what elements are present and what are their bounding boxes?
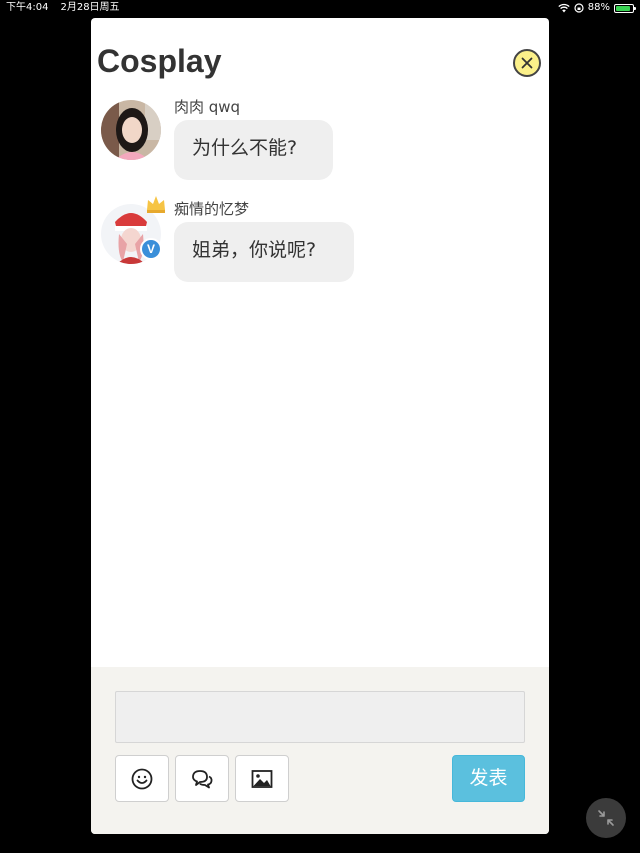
status-left: 下午4:04 2月28日周五 bbox=[6, 0, 120, 16]
battery-fill bbox=[616, 5, 631, 11]
user-avatar[interactable] bbox=[101, 100, 161, 160]
dialog-title: Cosplay bbox=[97, 43, 222, 79]
status-bar: 下午4:04 2月28日周五 88% bbox=[0, 0, 640, 16]
message-username: 痴情的忆梦 bbox=[174, 200, 250, 218]
quick-reply-button[interactable] bbox=[175, 755, 229, 802]
status-date: 2月28日周五 bbox=[60, 2, 120, 13]
message-input[interactable] bbox=[115, 691, 525, 743]
message-bubble: 姐弟，你说呢? bbox=[174, 222, 354, 282]
user-avatar-photo bbox=[101, 100, 161, 160]
chat-message: V 痴情的忆梦 姐弟，你说呢? bbox=[91, 196, 549, 288]
image-icon bbox=[251, 769, 273, 788]
chat-bubbles-icon bbox=[192, 769, 213, 788]
close-icon bbox=[521, 57, 533, 69]
collapse-arrows-icon bbox=[598, 810, 614, 826]
emoji-button[interactable] bbox=[115, 755, 169, 802]
status-time: 下午4:04 bbox=[6, 2, 49, 13]
close-button[interactable] bbox=[513, 49, 541, 77]
send-button[interactable]: 发表 bbox=[452, 755, 525, 802]
crown-icon bbox=[147, 196, 165, 213]
wifi-icon bbox=[558, 3, 570, 13]
battery-icon bbox=[614, 3, 636, 13]
chat-dialog: Cosplay 肉肉 qwq 为什么不能? V 痴情的忆梦 姐弟，你说呢? 发表 bbox=[91, 18, 549, 834]
verified-badge: V bbox=[140, 238, 162, 260]
emoji-icon bbox=[131, 768, 153, 789]
status-right: 88% bbox=[558, 0, 636, 16]
message-bubble: 为什么不能? bbox=[174, 120, 333, 180]
battery-percent: 88% bbox=[587, 2, 610, 13]
collapse-button[interactable] bbox=[586, 798, 626, 838]
message-username: 肉肉 qwq bbox=[174, 98, 241, 116]
rotation-lock-icon bbox=[574, 3, 584, 13]
chat-message: 肉肉 qwq 为什么不能? bbox=[91, 96, 549, 186]
image-button[interactable] bbox=[235, 755, 289, 802]
composer-footer: 发表 bbox=[91, 667, 549, 834]
